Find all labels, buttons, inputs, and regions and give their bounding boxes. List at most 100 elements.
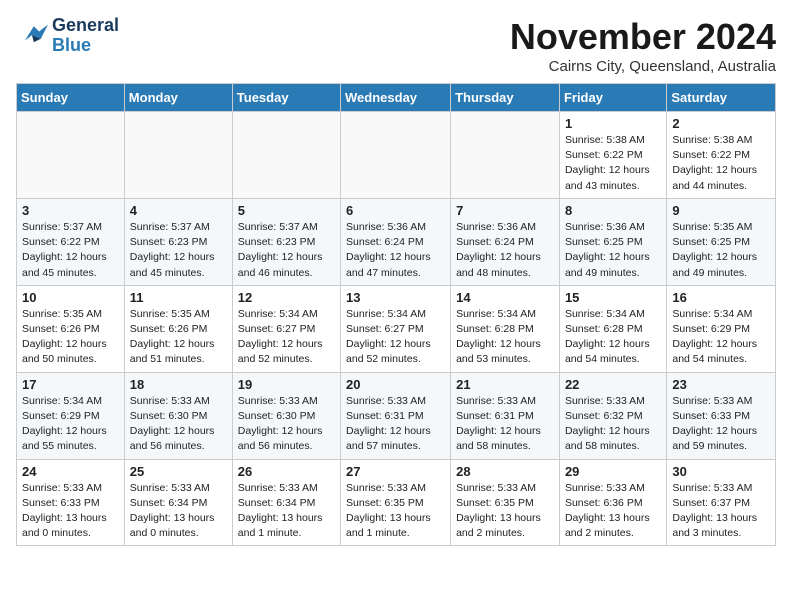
calendar-cell: 18Sunrise: 5:33 AM Sunset: 6:30 PM Dayli… — [124, 372, 232, 459]
calendar-cell: 5 Sunrise: 5:37 AM Sunset: 6:23 PM Daylig… — [232, 198, 340, 285]
day-info: Sunrise: 5:33 AM Sunset: 6:30 PM Dayligh… — [130, 394, 227, 455]
day-number: 20 — [346, 377, 445, 392]
calendar-cell: 9 Sunrise: 5:35 AM Sunset: 6:25 PM Daylig… — [667, 198, 776, 285]
calendar-cell: 29 Sunrise: 5:33 AM Sunset: 6:36 PM Dayli… — [559, 459, 666, 546]
day-number: 8 — [565, 203, 661, 218]
calendar-cell — [17, 112, 125, 199]
day-number: 22 — [565, 377, 661, 392]
title-block: November 2024 Cairns City, Queensland, A… — [510, 16, 776, 75]
day-info: Sunrise: 5:34 AM Sunset: 6:29 PM Dayligh… — [672, 307, 770, 368]
calendar-cell: 15 Sunrise: 5:34 AM Sunset: 6:28 PM Dayli… — [559, 285, 666, 372]
calendar-cell: 13 Sunrise: 5:34 AM Sunset: 6:27 PM Dayli… — [341, 285, 451, 372]
calendar-cell: 14 Sunrise: 5:34 AM Sunset: 6:28 PM Dayli… — [451, 285, 560, 372]
calendar-cell: 30 Sunrise: 5:33 AM Sunset: 6:37 PM Dayli… — [667, 459, 776, 546]
calendar-cell — [341, 112, 451, 199]
day-number: 23 — [672, 377, 770, 392]
calendar-week-row: 3 Sunrise: 5:37 AM Sunset: 6:22 PM Daylig… — [17, 198, 776, 285]
day-number: 21 — [456, 377, 554, 392]
day-info: Sunrise: 5:37 AM Sunset: 6:22 PM Dayligh… — [22, 220, 119, 281]
day-number: 4 — [130, 203, 227, 218]
day-number: 19 — [238, 377, 335, 392]
day-info: Sunrise: 5:33 AM Sunset: 6:37 PM Dayligh… — [672, 481, 770, 542]
day-info: Sunrise: 5:34 AM Sunset: 6:27 PM Dayligh… — [238, 307, 335, 368]
page-header: General Blue November 2024 Cairns City, … — [16, 16, 776, 75]
logo-text: General Blue — [52, 16, 119, 56]
day-info: Sunrise: 5:34 AM Sunset: 6:28 PM Dayligh… — [565, 307, 661, 368]
day-number: 13 — [346, 290, 445, 305]
day-number: 14 — [456, 290, 554, 305]
day-number: 1 — [565, 116, 661, 131]
day-number: 7 — [456, 203, 554, 218]
day-info: Sunrise: 5:37 AM Sunset: 6:23 PM Dayligh… — [238, 220, 335, 281]
calendar-cell — [124, 112, 232, 199]
calendar-cell: 21 Sunrise: 5:33 AM Sunset: 6:31 PM Dayli… — [451, 372, 560, 459]
day-number: 29 — [565, 464, 661, 479]
day-info: Sunrise: 5:33 AM Sunset: 6:35 PM Dayligh… — [346, 481, 445, 542]
location: Cairns City, Queensland, Australia — [510, 58, 776, 75]
calendar-cell: 16Sunrise: 5:34 AM Sunset: 6:29 PM Dayli… — [667, 285, 776, 372]
day-number: 5 — [238, 203, 335, 218]
day-info: Sunrise: 5:38 AM Sunset: 6:22 PM Dayligh… — [565, 133, 661, 194]
calendar-cell: 23 Sunrise: 5:33 AM Sunset: 6:33 PM Dayli… — [667, 372, 776, 459]
logo: General Blue — [16, 16, 119, 56]
logo-icon — [16, 22, 48, 50]
calendar-cell: 10Sunrise: 5:35 AM Sunset: 6:26 PM Dayli… — [17, 285, 125, 372]
calendar-cell: 27 Sunrise: 5:33 AM Sunset: 6:35 PM Dayli… — [341, 459, 451, 546]
calendar-cell: 1 Sunrise: 5:38 AM Sunset: 6:22 PM Daylig… — [559, 112, 666, 199]
day-number: 6 — [346, 203, 445, 218]
weekday-header: Tuesday — [232, 84, 340, 112]
day-number: 30 — [672, 464, 770, 479]
day-number: 24 — [22, 464, 119, 479]
calendar-week-row: 10Sunrise: 5:35 AM Sunset: 6:26 PM Dayli… — [17, 285, 776, 372]
weekday-header: Saturday — [667, 84, 776, 112]
calendar-cell: 28 Sunrise: 5:33 AM Sunset: 6:35 PM Dayli… — [451, 459, 560, 546]
day-number: 26 — [238, 464, 335, 479]
day-number: 9 — [672, 203, 770, 218]
day-number: 2 — [672, 116, 770, 131]
day-number: 25 — [130, 464, 227, 479]
logo-line2: Blue — [52, 36, 119, 56]
day-info: Sunrise: 5:33 AM Sunset: 6:35 PM Dayligh… — [456, 481, 554, 542]
day-number: 15 — [565, 290, 661, 305]
day-info: Sunrise: 5:36 AM Sunset: 6:24 PM Dayligh… — [346, 220, 445, 281]
weekday-header: Sunday — [17, 84, 125, 112]
day-info: Sunrise: 5:33 AM Sunset: 6:34 PM Dayligh… — [238, 481, 335, 542]
calendar-cell: 26 Sunrise: 5:33 AM Sunset: 6:34 PM Dayli… — [232, 459, 340, 546]
day-info: Sunrise: 5:34 AM Sunset: 6:27 PM Dayligh… — [346, 307, 445, 368]
calendar-cell: 8Sunrise: 5:36 AM Sunset: 6:25 PM Daylig… — [559, 198, 666, 285]
day-number: 11 — [130, 290, 227, 305]
day-number: 28 — [456, 464, 554, 479]
logo-line1: General — [52, 16, 119, 36]
day-number: 3 — [22, 203, 119, 218]
day-info: Sunrise: 5:35 AM Sunset: 6:26 PM Dayligh… — [22, 307, 119, 368]
day-number: 27 — [346, 464, 445, 479]
calendar-cell: 12Sunrise: 5:34 AM Sunset: 6:27 PM Dayli… — [232, 285, 340, 372]
calendar-week-row: 17 Sunrise: 5:34 AM Sunset: 6:29 PM Dayli… — [17, 372, 776, 459]
day-info: Sunrise: 5:35 AM Sunset: 6:26 PM Dayligh… — [130, 307, 227, 368]
day-info: Sunrise: 5:38 AM Sunset: 6:22 PM Dayligh… — [672, 133, 770, 194]
day-info: Sunrise: 5:35 AM Sunset: 6:25 PM Dayligh… — [672, 220, 770, 281]
day-info: Sunrise: 5:37 AM Sunset: 6:23 PM Dayligh… — [130, 220, 227, 281]
calendar-cell: 20Sunrise: 5:33 AM Sunset: 6:31 PM Dayli… — [341, 372, 451, 459]
calendar-cell: 17 Sunrise: 5:34 AM Sunset: 6:29 PM Dayli… — [17, 372, 125, 459]
month-title: November 2024 — [510, 16, 776, 58]
weekday-header: Monday — [124, 84, 232, 112]
calendar-cell: 11 Sunrise: 5:35 AM Sunset: 6:26 PM Dayli… — [124, 285, 232, 372]
calendar-cell: 4 Sunrise: 5:37 AM Sunset: 6:23 PM Daylig… — [124, 198, 232, 285]
day-info: Sunrise: 5:33 AM Sunset: 6:32 PM Dayligh… — [565, 394, 661, 455]
calendar-cell — [232, 112, 340, 199]
weekday-header: Friday — [559, 84, 666, 112]
day-info: Sunrise: 5:33 AM Sunset: 6:36 PM Dayligh… — [565, 481, 661, 542]
day-info: Sunrise: 5:33 AM Sunset: 6:33 PM Dayligh… — [22, 481, 119, 542]
calendar-week-row: 24 Sunrise: 5:33 AM Sunset: 6:33 PM Dayli… — [17, 459, 776, 546]
day-number: 17 — [22, 377, 119, 392]
calendar-cell: 7Sunrise: 5:36 AM Sunset: 6:24 PM Daylig… — [451, 198, 560, 285]
day-info: Sunrise: 5:33 AM Sunset: 6:33 PM Dayligh… — [672, 394, 770, 455]
day-info: Sunrise: 5:33 AM Sunset: 6:30 PM Dayligh… — [238, 394, 335, 455]
calendar-cell: 22 Sunrise: 5:33 AM Sunset: 6:32 PM Dayli… — [559, 372, 666, 459]
day-info: Sunrise: 5:33 AM Sunset: 6:31 PM Dayligh… — [456, 394, 554, 455]
day-info: Sunrise: 5:34 AM Sunset: 6:29 PM Dayligh… — [22, 394, 119, 455]
calendar-cell: 6 Sunrise: 5:36 AM Sunset: 6:24 PM Daylig… — [341, 198, 451, 285]
day-info: Sunrise: 5:34 AM Sunset: 6:28 PM Dayligh… — [456, 307, 554, 368]
calendar-cell: 24 Sunrise: 5:33 AM Sunset: 6:33 PM Dayli… — [17, 459, 125, 546]
